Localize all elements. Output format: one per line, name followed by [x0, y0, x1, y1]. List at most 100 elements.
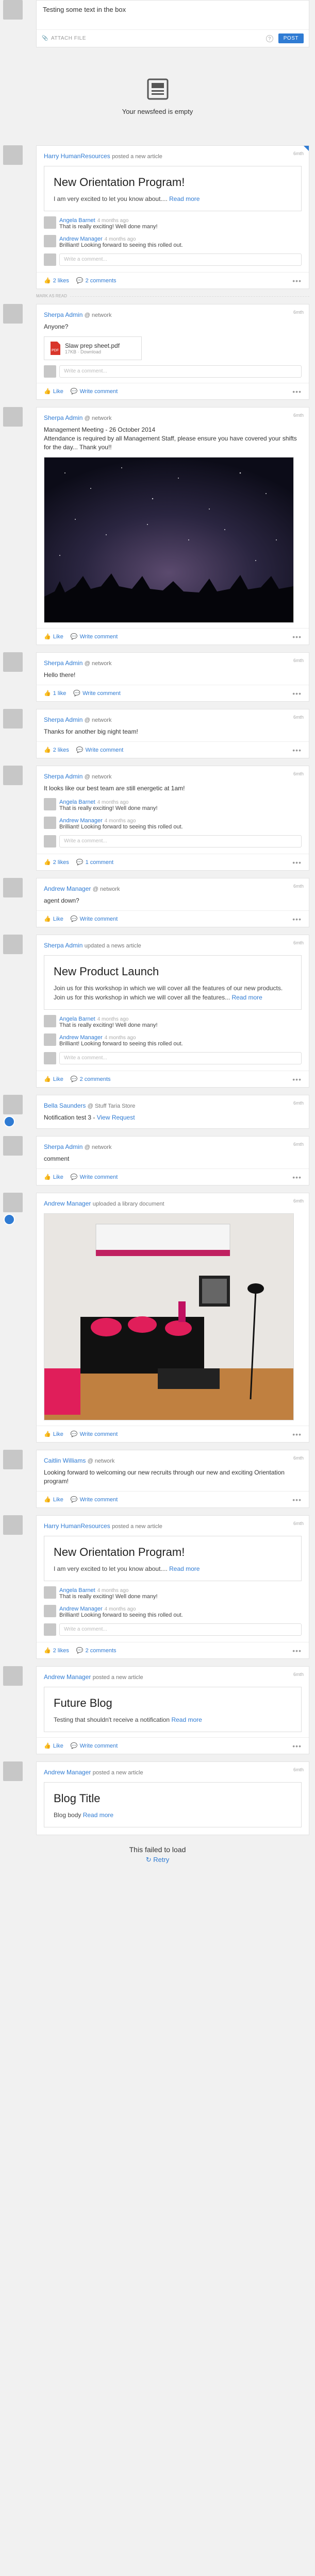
read-divider: MARK AS READ: [36, 294, 309, 298]
more-options-icon[interactable]: •••: [292, 633, 302, 641]
timestamp: 6mth: [293, 151, 304, 156]
thumbs-up-icon: 👍: [44, 278, 51, 284]
like-button[interactable]: 👍 Like: [44, 388, 63, 395]
more-options-icon[interactable]: •••: [292, 1496, 302, 1504]
timestamp: 6mth: [293, 413, 304, 418]
like-button[interactable]: 👍 Like: [44, 1174, 63, 1181]
comment-input[interactable]: Write a comment...: [59, 365, 302, 378]
comment-button[interactable]: 💬 Write comment: [71, 1742, 118, 1750]
article-preview[interactable]: Blog Title Blog body Read more: [44, 1782, 302, 1827]
read-more-link[interactable]: Read more: [169, 1565, 200, 1572]
comment-button[interactable]: 💬 Write comment: [71, 1431, 118, 1438]
author-link[interactable]: Sherpa Admin: [44, 414, 82, 421]
comment-button[interactable]: 💬 Write comment: [71, 916, 118, 923]
more-options-icon[interactable]: •••: [292, 1075, 302, 1083]
like-button[interactable]: 👍 Like: [44, 916, 63, 923]
author-link[interactable]: Caitlin Williams: [44, 1457, 86, 1464]
timestamp: 6mth: [293, 715, 304, 720]
timestamp: 6mth: [293, 884, 304, 889]
like-button[interactable]: 👍 2 likes: [44, 859, 69, 866]
avatar: [44, 1586, 56, 1599]
comment-button[interactable]: 💬 Write comment: [76, 747, 123, 754]
night-sky-photo[interactable]: [44, 457, 294, 623]
post-button[interactable]: POST: [278, 33, 304, 43]
comment-button[interactable]: 💬 2 comments: [76, 277, 117, 284]
composer-input[interactable]: Testing some text in the box: [43, 6, 303, 27]
more-options-icon[interactable]: •••: [292, 1173, 302, 1181]
author-link[interactable]: Andrew Manager: [44, 1769, 91, 1776]
help-icon[interactable]: ?: [266, 35, 273, 42]
comment-button[interactable]: 💬 2 comments: [71, 1076, 111, 1083]
post-composer[interactable]: Testing some text in the box 📎 ATTACH FI…: [36, 0, 309, 47]
article-preview[interactable]: Future Blog Testing that shouldn't recei…: [44, 1687, 302, 1732]
article-preview[interactable]: New Product Launch Join us for this work…: [44, 955, 302, 1010]
post-body: agent down?: [44, 897, 79, 904]
thumbs-up-icon: 👍: [44, 747, 51, 753]
read-more-link[interactable]: Read more: [83, 1811, 113, 1819]
author-link[interactable]: Harry HumanResources: [44, 152, 110, 160]
author-link[interactable]: Harry HumanResources: [44, 1522, 110, 1530]
more-options-icon[interactable]: •••: [292, 746, 302, 754]
comment-input[interactable]: Write a comment...: [59, 1623, 302, 1636]
retry-button[interactable]: ↻ Retry: [0, 1856, 315, 1864]
refresh-icon: ↻: [145, 1856, 152, 1863]
empty-title: Your newsfeed is empty: [122, 108, 193, 115]
more-options-icon[interactable]: •••: [292, 1647, 302, 1655]
comment-button[interactable]: 💬 Write comment: [71, 388, 118, 395]
comment-button[interactable]: 💬 Write comment: [73, 690, 120, 697]
author-link[interactable]: Andrew Manager: [44, 1673, 91, 1681]
avatar: [3, 1515, 23, 1535]
comment-input[interactable]: Write a comment...: [59, 1052, 302, 1064]
attach-file-button[interactable]: 📎 ATTACH FILE: [42, 36, 86, 41]
more-options-icon[interactable]: •••: [292, 915, 302, 923]
author-link[interactable]: Sherpa Admin: [44, 773, 82, 780]
more-options-icon[interactable]: •••: [292, 1430, 302, 1438]
like-button[interactable]: 👍 Like: [44, 1076, 63, 1083]
like-button[interactable]: 👍 1 like: [44, 690, 66, 697]
more-options-icon[interactable]: •••: [292, 858, 302, 867]
avatar: [44, 1623, 56, 1636]
comment-input[interactable]: Write a comment...: [59, 253, 302, 266]
author-link[interactable]: Sherpa Admin: [44, 659, 82, 667]
comment: Andrew Manager 4 months ago Brilliant! Loo…: [44, 1605, 302, 1618]
avatar: [3, 304, 23, 324]
view-request-link[interactable]: View Request: [97, 1114, 135, 1121]
file-attachment[interactable]: PDF Slaw prep sheet.pdf 17KB · Download: [44, 336, 142, 360]
comment-button[interactable]: 💬 Write comment: [71, 1174, 118, 1181]
like-button[interactable]: 👍 2 likes: [44, 1647, 69, 1654]
article-preview[interactable]: New Orientation Program! I am very excit…: [44, 166, 302, 211]
more-options-icon[interactable]: •••: [292, 689, 302, 698]
feed-item: Sherpa Admin @ network 6mth Management M…: [36, 407, 309, 645]
read-more-link[interactable]: Read more: [171, 1716, 202, 1723]
author-link[interactable]: Sherpa Admin: [44, 942, 82, 949]
avatar: [3, 652, 23, 672]
comment-button[interactable]: 💬 1 comment: [76, 859, 113, 866]
comment: Angela Barnet 4 months ago That is really …: [44, 1586, 302, 1600]
author-link[interactable]: Sherpa Admin: [44, 1143, 82, 1150]
author-link[interactable]: Sherpa Admin: [44, 716, 82, 723]
more-options-icon[interactable]: •••: [292, 387, 302, 396]
room-photo[interactable]: [44, 1213, 294, 1420]
like-button[interactable]: 👍 2 likes: [44, 277, 69, 284]
comment-button[interactable]: 💬 2 comments: [76, 1647, 117, 1654]
comment-button[interactable]: 💬 Write comment: [71, 1496, 118, 1503]
like-button[interactable]: 👍 Like: [44, 1496, 63, 1503]
comment-button[interactable]: 💬 Write comment: [71, 633, 118, 640]
avatar: [3, 407, 23, 427]
author-link[interactable]: Andrew Manager: [44, 1200, 91, 1207]
like-button[interactable]: 👍 Like: [44, 1431, 63, 1438]
author-link[interactable]: Bella Saunders: [44, 1102, 86, 1109]
like-button[interactable]: 👍 Like: [44, 633, 63, 640]
post-body: Anyone?: [44, 323, 69, 330]
read-more-link[interactable]: Read more: [169, 195, 200, 202]
comment-input[interactable]: Write a comment...: [59, 835, 302, 848]
more-options-icon[interactable]: •••: [292, 277, 302, 285]
read-more-link[interactable]: Read more: [231, 994, 262, 1001]
like-button[interactable]: 👍 Like: [44, 1742, 63, 1750]
author-link[interactable]: Sherpa Admin: [44, 311, 82, 318]
article-preview[interactable]: New Orientation Program! I am very excit…: [44, 1536, 302, 1581]
article-title: New Orientation Program!: [54, 176, 185, 189]
like-button[interactable]: 👍 2 likes: [44, 747, 69, 754]
more-options-icon[interactable]: •••: [292, 1742, 302, 1750]
author-link[interactable]: Andrew Manager: [44, 885, 91, 892]
